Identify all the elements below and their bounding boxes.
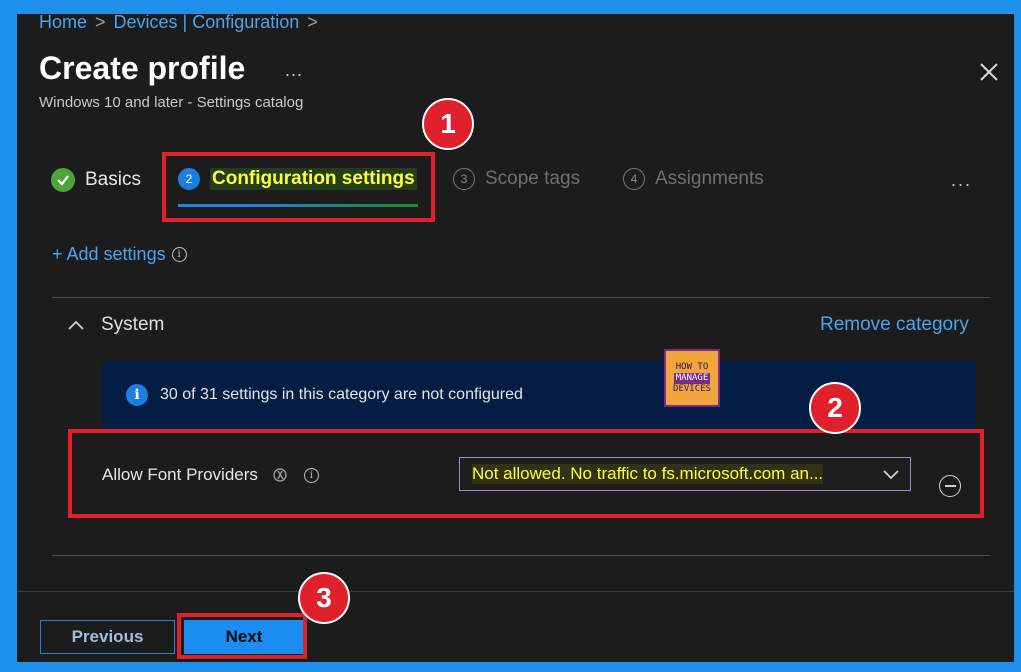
tab-basics[interactable]: Basics [51,168,141,192]
check-icon [51,168,75,192]
watermark-line: DEVICES [673,383,711,394]
create-profile-panel: Home > Devices | Configuration > Create pro… [17,14,1014,662]
banner-message: 30 of 31 settings in this category are n… [160,386,523,403]
tabs-more-button[interactable]: ... [951,170,972,191]
tab-scope-tags[interactable]: 3 Scope tags [453,168,580,190]
callout-box-2 [68,429,984,518]
callout-box-3 [177,613,307,659]
page-subtitle: Windows 10 and later - Settings catalog [39,94,304,111]
tab-label: Basics [85,169,141,190]
add-settings-label: + Add settings [52,244,166,264]
footer-divider [17,591,1014,592]
chevron-up-icon [68,320,84,330]
callout-box-1 [162,152,435,222]
callout-badge-2: 2 [809,382,861,434]
tab-label: Assignments [655,168,764,189]
step-number: 3 [453,168,475,190]
info-icon[interactable]: i [171,247,187,262]
divider [52,297,990,298]
watermark-line: HOW TO [675,361,709,372]
remove-category-link[interactable]: Remove category [820,314,969,336]
title-more-button[interactable]: ... [285,60,303,81]
close-icon[interactable] [975,58,1003,86]
breadcrumb-home[interactable]: Home [39,14,87,32]
add-settings-link[interactable]: + Add settings i [52,244,187,265]
breadcrumb-separator: > [95,14,106,32]
category-header[interactable]: System [67,314,164,336]
step-number: 4 [623,168,645,190]
previous-button[interactable]: Previous [40,620,175,654]
info-icon: i [126,384,148,406]
callout-badge-1: 1 [422,98,474,150]
breadcrumb: Home > Devices | Configuration > [39,14,326,33]
breadcrumb-devices-configuration[interactable]: Devices | Configuration [114,14,300,32]
tab-label: Scope tags [485,168,581,189]
callout-badge-3: 3 [298,572,350,624]
breadcrumb-separator: > [307,14,318,32]
watermark-line: MANAGE [673,372,711,384]
category-name: System [101,314,165,335]
divider [52,555,990,556]
watermark-logo: HOW TO MANAGE DEVICES [664,349,720,407]
page-title: Create profile [39,50,246,86]
tab-assignments[interactable]: 4 Assignments [623,168,764,190]
